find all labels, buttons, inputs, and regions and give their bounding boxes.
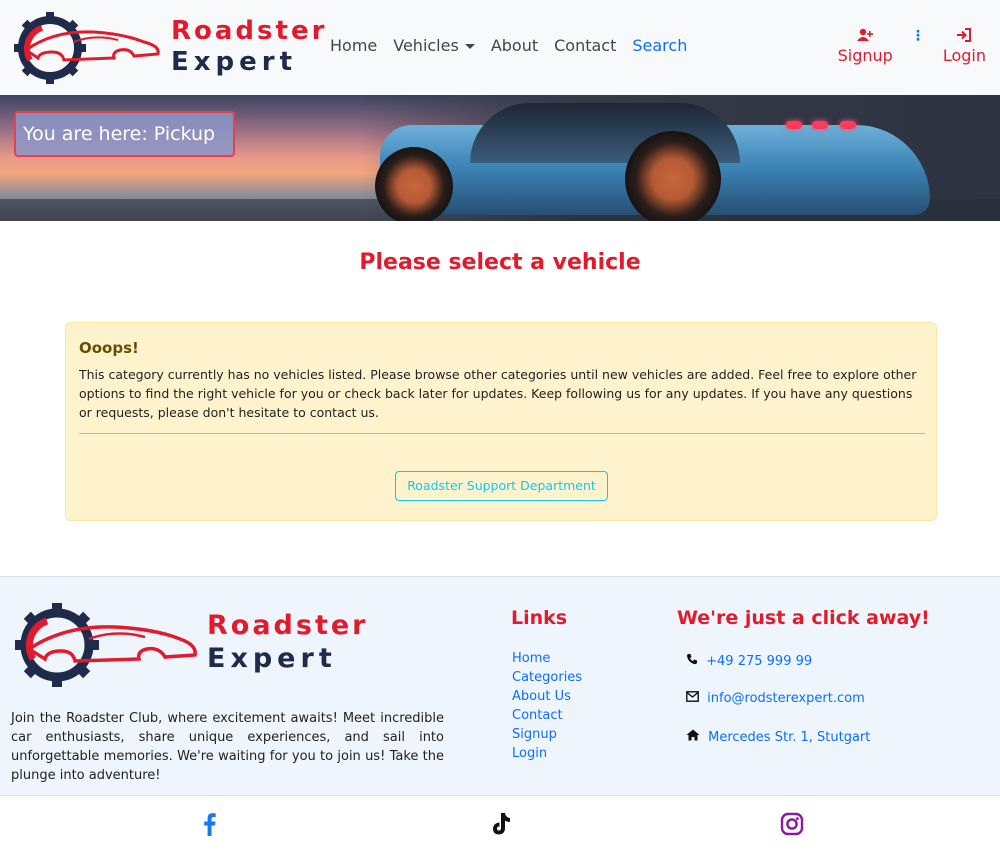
page-title: Please select a vehicle <box>359 250 641 275</box>
instagram-icon[interactable] <box>780 811 804 837</box>
hero-banner: You are here: Pickup <box>0 95 1000 221</box>
phone-icon <box>686 654 702 669</box>
footer-email[interactable]: info@rodsterexpert.com <box>686 691 865 706</box>
footer-brand-line1: Roadster <box>207 610 369 641</box>
footer-links-list: Home Categories About Us Contact Signup … <box>512 649 582 763</box>
footer-brand-name: Roadster Expert <box>207 609 369 675</box>
car-wheel-front <box>375 147 453 221</box>
user-nav: Signup ⋮ Login <box>838 28 986 65</box>
envelope-icon <box>686 691 703 706</box>
facebook-icon[interactable] <box>198 811 222 837</box>
brand-name: Roadster Expert <box>171 16 327 78</box>
footer-links-title: Links <box>511 607 568 629</box>
car-taillight <box>812 121 828 129</box>
signup-link[interactable]: Signup <box>838 28 893 65</box>
nav-about[interactable]: About <box>491 36 538 55</box>
car-taillight <box>840 121 856 129</box>
brand-logo[interactable]: Roadster Expert <box>14 12 324 84</box>
caret-down-icon <box>464 44 475 49</box>
footer: Roadster Expert Join the Roadster Club, … <box>0 576 1000 796</box>
footer-link-home[interactable]: Home <box>512 649 582 668</box>
nav-contact[interactable]: Contact <box>554 36 616 55</box>
home-icon <box>686 729 704 745</box>
login-label: Login <box>942 46 986 65</box>
footer-link-contact[interactable]: Contact <box>512 706 582 725</box>
tiktok-icon[interactable] <box>489 811 513 837</box>
footer-contact-title: We're just a click away! <box>677 607 930 629</box>
breadcrumb: You are here: Pickup <box>14 111 235 157</box>
footer-link-categories[interactable]: Categories <box>512 668 582 687</box>
more-options-icon[interactable]: ⋮ <box>907 28 929 46</box>
user-plus-icon <box>857 28 874 46</box>
support-department-button[interactable]: Roadster Support Department <box>395 471 608 501</box>
footer-phone[interactable]: +49 275 999 99 <box>686 653 812 669</box>
footer-phone-text: +49 275 999 99 <box>706 654 813 669</box>
footer-address[interactable]: Mercedes Str. 1, Stutgart <box>686 729 870 745</box>
sign-in-icon <box>956 28 972 46</box>
social-links <box>0 797 1000 862</box>
alert-divider <box>79 433 925 434</box>
logo-gear-car-icon <box>15 603 197 687</box>
alert-heading: Ooops! <box>79 339 139 357</box>
footer-link-signup[interactable]: Signup <box>512 725 582 744</box>
signup-label: Signup <box>837 46 893 65</box>
footer-address-text: Mercedes Str. 1, Stutgart <box>708 730 871 745</box>
main-nav: Home Vehicles About Contact Search <box>330 36 703 55</box>
footer-link-login[interactable]: Login <box>512 744 582 763</box>
navbar: Roadster Expert Home Vehicles About Cont… <box>0 0 1000 95</box>
footer-description: Join the Roadster Club, where excitement… <box>11 711 444 783</box>
brand-name-line1: Roadster <box>171 16 328 46</box>
empty-category-alert: Ooops! This category currently has no ve… <box>65 322 937 521</box>
nav-vehicles-label: Vehicles <box>393 36 459 55</box>
car-wheel-rear <box>625 131 721 221</box>
car-taillight <box>786 121 802 129</box>
nav-home[interactable]: Home <box>330 36 377 55</box>
footer-brand-logo[interactable]: Roadster Expert <box>15 603 375 691</box>
footer-brand-line2: Expert <box>207 643 337 674</box>
brand-name-line2: Expert <box>171 47 298 77</box>
nav-vehicles-dropdown[interactable]: Vehicles <box>393 36 475 55</box>
logo-gear-car-icon <box>14 12 160 84</box>
footer-email-text: info@rodsterexpert.com <box>707 691 865 706</box>
nav-search[interactable]: Search <box>632 36 687 55</box>
login-link[interactable]: Login <box>943 28 986 65</box>
alert-message: This category currently has no vehicles … <box>79 367 917 420</box>
footer-link-about-us[interactable]: About Us <box>512 687 582 706</box>
